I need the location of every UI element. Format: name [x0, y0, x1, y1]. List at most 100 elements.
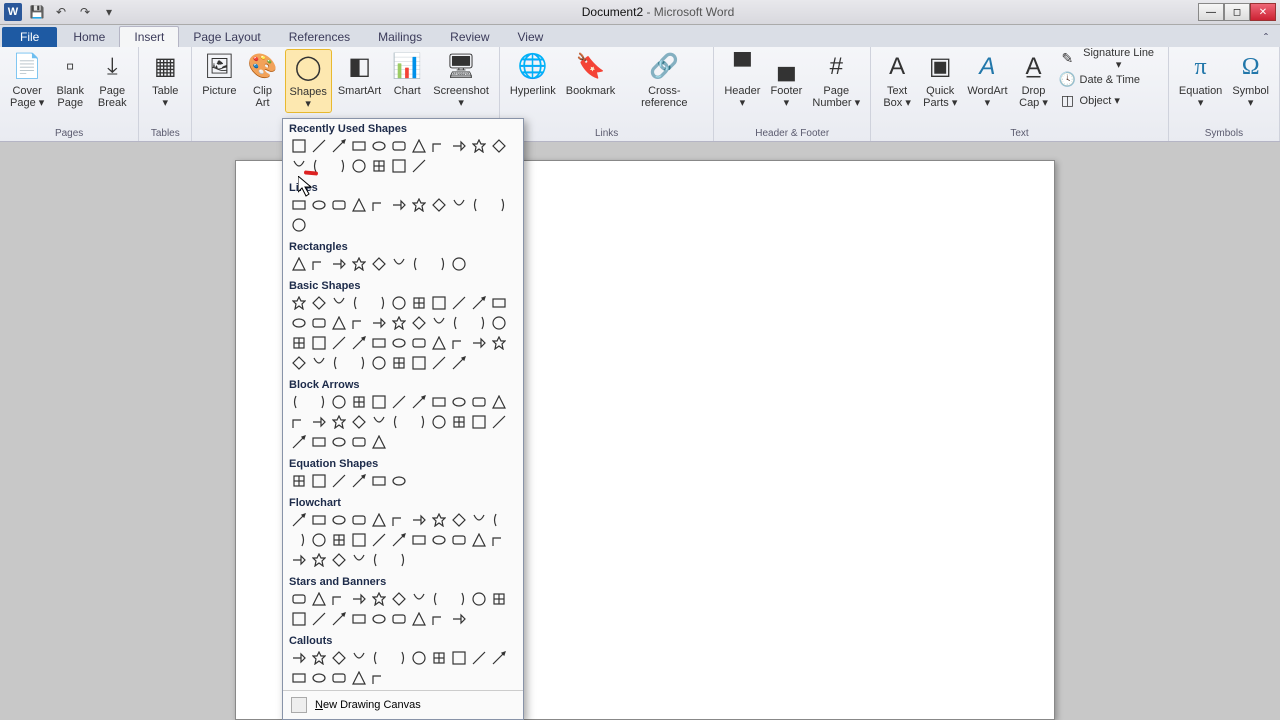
shape-item[interactable]	[429, 412, 449, 432]
shape-item[interactable]	[389, 589, 409, 609]
shape-item[interactable]	[349, 353, 369, 373]
shape-item[interactable]	[309, 550, 329, 570]
shape-item[interactable]	[349, 392, 369, 412]
shape-item[interactable]	[409, 195, 429, 215]
shape-item[interactable]	[389, 293, 409, 313]
shape-item[interactable]	[289, 136, 309, 156]
screenshot-button[interactable]: 🖥Screenshot ▾	[429, 49, 493, 111]
shape-item[interactable]	[369, 254, 389, 274]
shape-item[interactable]	[329, 668, 349, 688]
shape-item[interactable]	[289, 609, 309, 629]
shape-item[interactable]	[389, 510, 409, 530]
shape-item[interactable]	[369, 530, 389, 550]
shape-item[interactable]	[289, 510, 309, 530]
shape-item[interactable]	[369, 609, 389, 629]
shape-item[interactable]	[309, 353, 329, 373]
close-button[interactable]: ✕	[1250, 3, 1276, 21]
shape-item[interactable]	[369, 136, 389, 156]
shape-item[interactable]	[389, 254, 409, 274]
shape-item[interactable]	[469, 530, 489, 550]
shape-item[interactable]	[289, 195, 309, 215]
shape-item[interactable]	[349, 648, 369, 668]
shape-item[interactable]	[409, 293, 429, 313]
shape-item[interactable]	[329, 136, 349, 156]
shape-item[interactable]	[489, 293, 509, 313]
maximize-button[interactable]: ◻	[1224, 3, 1250, 21]
shape-item[interactable]	[469, 333, 489, 353]
shape-item[interactable]	[409, 136, 429, 156]
quickparts-button[interactable]: ▣Quick Parts ▾	[919, 49, 961, 111]
shape-item[interactable]	[449, 392, 469, 412]
shape-item[interactable]	[429, 530, 449, 550]
shape-item[interactable]	[429, 136, 449, 156]
shape-item[interactable]	[389, 353, 409, 373]
shape-item[interactable]	[429, 195, 449, 215]
shape-item[interactable]	[309, 530, 329, 550]
shape-item[interactable]	[429, 510, 449, 530]
footer-button[interactable]: ▄Footer ▾	[766, 49, 806, 111]
shape-item[interactable]	[429, 648, 449, 668]
shape-item[interactable]	[429, 589, 449, 609]
shape-item[interactable]	[329, 156, 349, 176]
shape-item[interactable]	[389, 550, 409, 570]
shape-item[interactable]	[409, 412, 429, 432]
picture-button[interactable]: 🖼Picture	[198, 49, 240, 99]
shape-item[interactable]	[429, 353, 449, 373]
shape-item[interactable]	[349, 136, 369, 156]
qat-customize[interactable]: ▾	[100, 3, 118, 21]
shape-item[interactable]	[349, 195, 369, 215]
shape-item[interactable]	[349, 432, 369, 452]
shape-item[interactable]	[469, 392, 489, 412]
shape-item[interactable]	[469, 648, 489, 668]
shape-item[interactable]	[409, 156, 429, 176]
shape-item[interactable]	[329, 530, 349, 550]
shape-item[interactable]	[309, 313, 329, 333]
shape-item[interactable]	[289, 313, 309, 333]
shape-item[interactable]	[309, 333, 329, 353]
symbol-button[interactable]: ΩSymbol ▾	[1228, 49, 1273, 111]
shape-item[interactable]	[489, 510, 509, 530]
shape-item[interactable]	[409, 648, 429, 668]
shape-item[interactable]	[349, 530, 369, 550]
tab-file[interactable]: File	[2, 27, 57, 47]
shape-item[interactable]	[429, 254, 449, 274]
undo-button[interactable]: ↶	[52, 3, 70, 21]
hyperlink-button[interactable]: 🌐Hyperlink	[506, 49, 560, 99]
shape-item[interactable]	[489, 313, 509, 333]
shape-item[interactable]	[429, 313, 449, 333]
shape-item[interactable]	[389, 195, 409, 215]
shape-item[interactable]	[389, 412, 409, 432]
signature-button[interactable]: ✎Signature Line ▾	[1056, 49, 1162, 69]
shape-item[interactable]	[389, 471, 409, 491]
shape-item[interactable]	[369, 432, 389, 452]
datetime-button[interactable]: 🕓Date & Time	[1056, 70, 1162, 90]
shapes-button[interactable]: ◯Shapes ▾	[285, 49, 332, 113]
shape-item[interactable]	[349, 550, 369, 570]
shape-item[interactable]	[489, 648, 509, 668]
shape-item[interactable]	[389, 136, 409, 156]
shape-item[interactable]	[449, 353, 469, 373]
shape-item[interactable]	[349, 609, 369, 629]
shape-item[interactable]	[349, 293, 369, 313]
shape-item[interactable]	[349, 510, 369, 530]
bookmark-button[interactable]: 🔖Bookmark	[562, 49, 620, 99]
chart-button[interactable]: 📊Chart	[387, 49, 427, 99]
shape-item[interactable]	[409, 313, 429, 333]
blank-page-button[interactable]: ▫Blank Page	[50, 49, 90, 111]
tab-review[interactable]: Review	[436, 27, 503, 47]
shape-item[interactable]	[349, 254, 369, 274]
shape-item[interactable]	[309, 589, 329, 609]
shape-item[interactable]	[289, 550, 309, 570]
shape-item[interactable]	[309, 195, 329, 215]
tab-home[interactable]: Home	[59, 27, 119, 47]
shape-item[interactable]	[349, 412, 369, 432]
shape-item[interactable]	[329, 609, 349, 629]
shape-item[interactable]	[309, 136, 329, 156]
shape-item[interactable]	[409, 609, 429, 629]
shape-item[interactable]	[389, 313, 409, 333]
table-button[interactable]: ▦Table ▾	[145, 49, 185, 111]
shape-item[interactable]	[309, 412, 329, 432]
smartart-button[interactable]: ◧SmartArt	[334, 49, 385, 99]
shape-item[interactable]	[349, 471, 369, 491]
shape-item[interactable]	[369, 510, 389, 530]
